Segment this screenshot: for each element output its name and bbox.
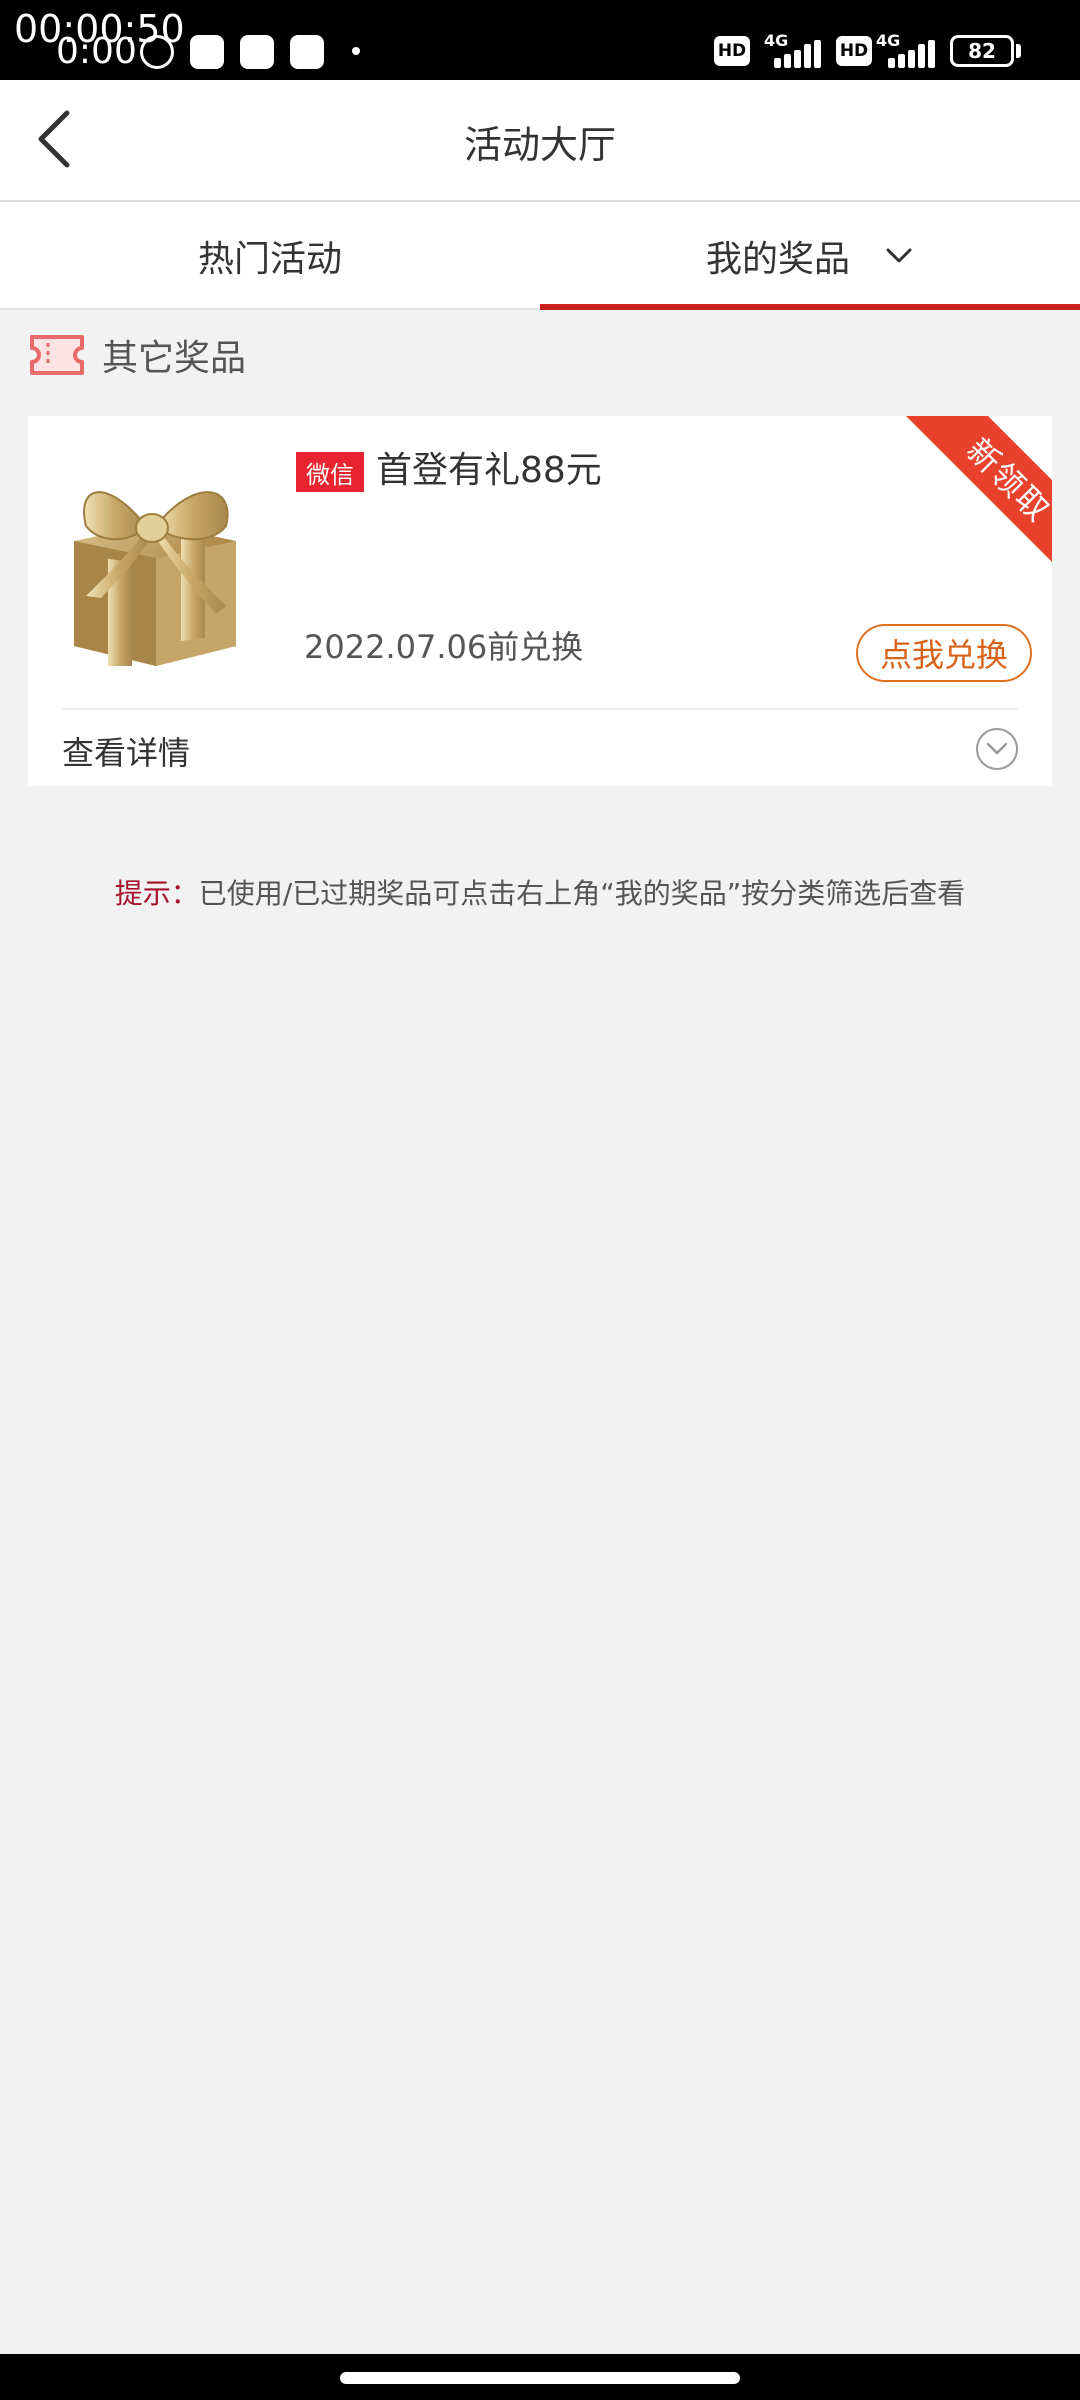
- app-header: 活动大厅: [0, 80, 1080, 202]
- signal-icon: [760, 34, 824, 68]
- hd-badge-2: HD: [836, 36, 872, 66]
- ticket-icon: [30, 335, 84, 375]
- tip-label: 提示：: [114, 877, 199, 910]
- tab-hot-activities[interactable]: 热门活动: [0, 202, 540, 310]
- tip-text: 提示：已使用/已过期奖品可点击右上角“我的奖品”按分类筛选后查看: [0, 872, 1080, 912]
- tab-label: 热门活动: [197, 239, 342, 280]
- section-header: 其它奖品: [28, 330, 246, 380]
- battery-tip: [1016, 44, 1021, 58]
- tip-message: 已使用/已过期奖品可点击右上角“我的奖品”按分类筛选后查看: [198, 877, 966, 910]
- more-notifications-icon: [352, 47, 360, 55]
- new-badge: 新领取: [892, 416, 1052, 576]
- chevron-left-icon: [38, 110, 70, 168]
- app-icon: [290, 35, 324, 69]
- tab-label: 我的奖品: [705, 239, 850, 280]
- section-title: 其它奖品: [102, 338, 247, 379]
- new-badge-label: 新领取: [897, 416, 1052, 576]
- details-label: 查看详情: [62, 734, 191, 772]
- source-badge: 微信: [296, 452, 364, 492]
- home-indicator[interactable]: [340, 2372, 740, 2384]
- navigation-bar: [0, 2354, 1080, 2400]
- details-row[interactable]: 查看详情: [28, 710, 1052, 786]
- chevron-down-icon: [986, 742, 1008, 755]
- page-title: 活动大厅: [463, 122, 616, 167]
- battery-level: 82: [968, 39, 996, 63]
- tab-bar: 热门活动 我的奖品: [0, 202, 1080, 310]
- tab-my-prizes[interactable]: 我的奖品: [540, 202, 1080, 310]
- expand-toggle[interactable]: [976, 728, 1018, 770]
- prize-title: 首登有礼88元: [376, 450, 602, 491]
- tab-divider: [0, 308, 540, 310]
- status-bar: 0:00 00:00:50 HD 4G HD 4G 82: [0, 0, 1080, 80]
- qq-icon: [240, 35, 274, 69]
- chevron-down-icon: [886, 248, 912, 263]
- app-notification-icon: [190, 35, 224, 69]
- battery-icon: 82: [950, 35, 1014, 67]
- prize-card[interactable]: 微信 首登有礼88元 新领取 2022.07.06前兑换 点我兑换 查看详情: [28, 416, 1052, 786]
- expire-date: 2022.07.06前兑换: [304, 628, 584, 666]
- signal-icon-2: [880, 34, 944, 68]
- gift-box-image: [74, 491, 236, 666]
- back-button[interactable]: [20, 104, 90, 174]
- redeem-button[interactable]: 点我兑换: [856, 624, 1032, 682]
- alarm-icon: [140, 35, 174, 69]
- hd-badge: HD: [714, 36, 750, 66]
